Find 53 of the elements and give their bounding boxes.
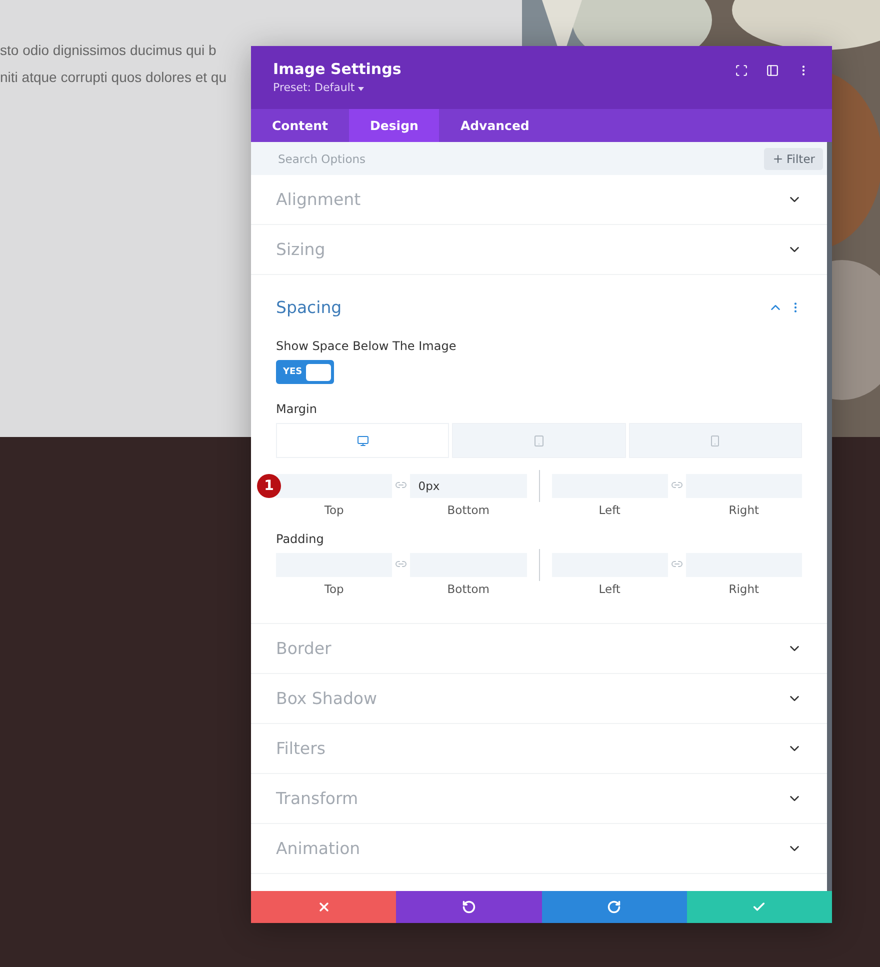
tab[interactable]: Design bbox=[349, 109, 440, 142]
toggle-switch[interactable]: YES bbox=[276, 360, 334, 384]
setting-label: Padding bbox=[276, 532, 325, 546]
link-icon[interactable] bbox=[395, 479, 408, 491]
undo-button[interactable] bbox=[396, 891, 542, 923]
tablet-icon bbox=[532, 434, 545, 446]
setting-label: Margin bbox=[276, 402, 318, 416]
save-button[interactable] bbox=[686, 891, 832, 923]
field-label: Left bbox=[598, 582, 620, 596]
section-title[interactable]: Filters bbox=[276, 739, 326, 758]
value-field[interactable]: 0px bbox=[410, 474, 526, 498]
cancel-button[interactable] bbox=[251, 891, 396, 923]
field-label: Right bbox=[728, 503, 760, 517]
phone-icon bbox=[709, 434, 722, 446]
modal-title: Image Settings bbox=[273, 60, 402, 78]
field-label: Top bbox=[324, 503, 344, 517]
value-field[interactable] bbox=[276, 474, 392, 498]
device-tab[interactable] bbox=[628, 423, 802, 458]
caret-icon bbox=[358, 87, 364, 91]
link-icon[interactable] bbox=[395, 558, 408, 570]
section-title[interactable]: Box Shadow bbox=[276, 689, 378, 708]
save-icon bbox=[752, 900, 766, 914]
field-label: Bottom bbox=[447, 503, 490, 517]
tab[interactable]: Advanced bbox=[439, 109, 550, 142]
fullscreen-icon[interactable] bbox=[735, 64, 748, 77]
field-label: Top bbox=[324, 582, 344, 596]
setting-label: Show Space Below The Image bbox=[276, 339, 458, 353]
section-title[interactable]: Alignment bbox=[276, 190, 361, 209]
undo-icon bbox=[462, 900, 476, 914]
desktop-icon bbox=[356, 434, 369, 446]
preset-dropdown[interactable]: Preset: Default bbox=[273, 81, 402, 94]
filter-button[interactable]: Filter bbox=[764, 148, 823, 170]
redo-icon bbox=[607, 900, 622, 914]
section-title[interactable]: Sizing bbox=[276, 240, 326, 259]
link-icon[interactable] bbox=[670, 558, 683, 570]
section-title[interactable]: Transform bbox=[276, 789, 358, 808]
device-tab[interactable] bbox=[276, 423, 450, 458]
search-field[interactable]: Search Options Filter bbox=[251, 142, 827, 175]
cancel-icon bbox=[316, 900, 331, 914]
panel-icon[interactable] bbox=[766, 64, 779, 77]
tab[interactable]: Content bbox=[251, 109, 349, 142]
redo-button[interactable] bbox=[542, 891, 687, 923]
body-text: sto odio dignissimos ducimus qui b bbox=[0, 42, 216, 58]
section-title[interactable]: Animation bbox=[276, 839, 360, 858]
device-tab[interactable] bbox=[452, 423, 626, 458]
body-text: niti atque corrupti quos dolores et qu bbox=[0, 69, 226, 85]
plus-icon bbox=[772, 152, 784, 164]
link-icon[interactable] bbox=[670, 479, 683, 491]
section-title[interactable]: Border bbox=[276, 639, 332, 658]
field-label: Left bbox=[598, 503, 620, 517]
section-title[interactable]: Spacing bbox=[276, 298, 342, 316]
field-label: Bottom bbox=[447, 582, 490, 596]
field-label: Right bbox=[728, 582, 760, 596]
